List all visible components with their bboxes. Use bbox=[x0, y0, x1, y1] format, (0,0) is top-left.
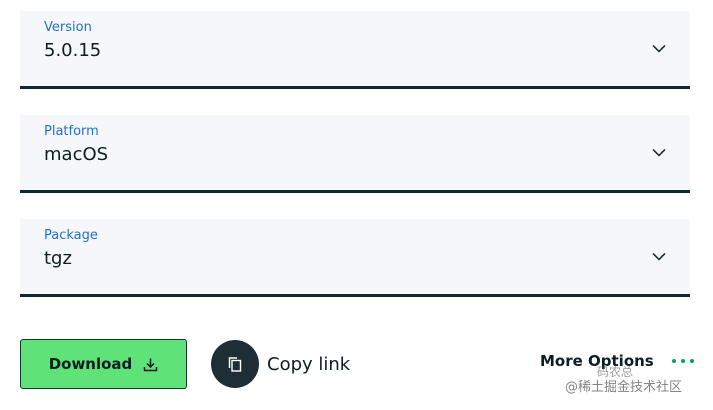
platform-value: macOS bbox=[44, 144, 109, 165]
version-value: 5.0.15 bbox=[44, 40, 102, 61]
chevron-down-icon bbox=[652, 148, 666, 157]
copy-link-button[interactable]: Copy link bbox=[211, 340, 350, 388]
copy-icon bbox=[228, 356, 242, 372]
version-label: Version bbox=[44, 20, 92, 35]
copy-link-label: Copy link bbox=[267, 353, 351, 375]
package-value: tgz bbox=[44, 248, 72, 269]
download-button-label: Download bbox=[48, 355, 133, 373]
platform-label: Platform bbox=[44, 124, 99, 139]
download-panel: Version 5.0.15 Platform macOS Package tg… bbox=[0, 0, 713, 410]
more-dots-icon bbox=[671, 359, 694, 363]
chevron-down-icon bbox=[652, 44, 666, 53]
chevron-down-icon bbox=[652, 252, 666, 261]
version-select[interactable]: Version 5.0.15 bbox=[20, 11, 690, 89]
package-select[interactable]: Package tgz bbox=[20, 219, 690, 297]
watermark-line-2: @稀土掘金技术社区 bbox=[565, 380, 683, 395]
platform-select[interactable]: Platform macOS bbox=[20, 115, 690, 193]
package-label: Package bbox=[44, 228, 98, 243]
copy-icon-circle bbox=[211, 340, 259, 388]
download-icon bbox=[144, 358, 158, 371]
download-button[interactable]: Download bbox=[20, 339, 187, 389]
